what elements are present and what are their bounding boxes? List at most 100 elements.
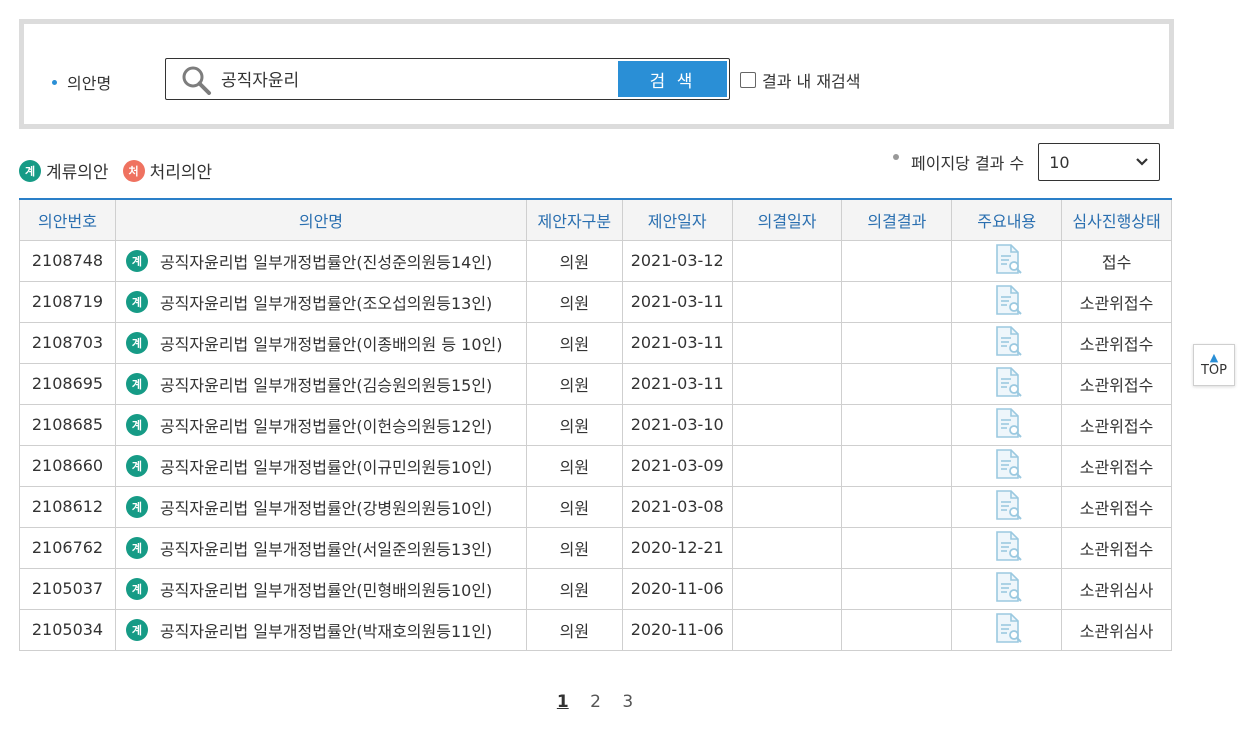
col-bill-title[interactable]: 의안명 — [114, 198, 527, 241]
propose-date: 2021-03-10 — [621, 403, 733, 446]
legend-processed: 처 처리의안 — [122, 158, 213, 183]
col-decision-result[interactable]: 의결결과 — [841, 198, 953, 241]
summary-cell — [951, 526, 1063, 569]
bill-title-cell[interactable]: 계 공직자윤리법 일부개정법률안(이헌승의원등12인) — [114, 403, 527, 446]
document-search-icon[interactable] — [990, 406, 1024, 444]
pending-badge-icon: 계 — [125, 331, 148, 354]
per-page-value: 10 — [1049, 152, 1070, 172]
bill-title-cell[interactable]: 계 공직자윤리법 일부개정법률안(서일준의원등13인) — [114, 526, 527, 569]
arrow-up-icon: ▲ — [1209, 351, 1219, 364]
decision-result — [841, 526, 953, 569]
proposer-type: 의원 — [525, 239, 623, 282]
proposer-type: 의원 — [525, 362, 623, 405]
col-proposer[interactable]: 제안자구분 — [525, 198, 623, 241]
decision-date — [731, 444, 843, 487]
propose-date: 2021-03-09 — [621, 444, 733, 487]
bill-title-cell[interactable]: 계 공직자윤리법 일부개정법률안(이종배의원 등 10인) — [114, 321, 527, 364]
pending-badge-icon: 계 — [125, 536, 148, 559]
propose-date: 2021-03-12 — [621, 239, 733, 282]
document-search-icon[interactable] — [990, 365, 1024, 403]
propose-date: 2021-03-11 — [621, 362, 733, 405]
propose-date: 2020-11-06 — [621, 608, 733, 651]
bill-title-link[interactable]: 공직자윤리법 일부개정법률안(강병원의원등10인) — [160, 499, 492, 518]
col-decision-date[interactable]: 의결일자 — [731, 198, 843, 241]
bill-number: 2108695 — [19, 362, 116, 405]
bill-number: 2108719 — [19, 280, 116, 323]
search-input[interactable] — [221, 65, 601, 91]
document-search-icon[interactable] — [990, 488, 1024, 526]
decision-result — [841, 239, 953, 282]
propose-date: 2021-03-11 — [621, 321, 733, 364]
processed-badge-icon: 처 — [122, 159, 145, 182]
bill-title-cell[interactable]: 계 공직자윤리법 일부개정법률안(민형배의원등10인) — [114, 567, 527, 610]
bill-title-link[interactable]: 공직자윤리법 일부개정법률안(이종배의원 등 10인) — [160, 335, 503, 354]
legend-pending: 계 계류의안 — [19, 158, 109, 183]
document-search-icon[interactable] — [990, 324, 1024, 362]
proposer-type: 의원 — [525, 485, 623, 528]
scroll-top-button[interactable]: ▲ TOP — [1193, 344, 1235, 386]
document-search-icon[interactable] — [990, 570, 1024, 608]
pending-badge-icon: 계 — [125, 618, 148, 641]
bill-title-link[interactable]: 공직자윤리법 일부개정법률안(박재호의원등11인) — [160, 622, 492, 641]
bill-title-link[interactable]: 공직자윤리법 일부개정법률안(조오섭의원등13인) — [160, 294, 492, 313]
research-checkbox[interactable] — [740, 72, 756, 88]
search-field[interactable]: 검 색 — [165, 58, 730, 100]
table-row: 2108703 계 공직자윤리법 일부개정법률안(이종배의원 등 10인) 의원 202… — [19, 321, 1172, 364]
col-propose-date[interactable]: 제안일자 — [621, 198, 733, 241]
bill-number: 2108748 — [19, 239, 116, 282]
bill-title-cell[interactable]: 계 공직자윤리법 일부개정법률안(박재호의원등11인) — [114, 608, 527, 651]
decision-result — [841, 608, 953, 651]
decision-date — [731, 567, 843, 610]
bill-title-cell[interactable]: 계 공직자윤리법 일부개정법률안(김승원의원등15인) — [114, 362, 527, 405]
summary-cell — [951, 608, 1063, 651]
review-status: 소관위심사 — [1061, 608, 1172, 651]
per-page-control: 페이지당 결과 수 10 — [893, 143, 1161, 181]
search-icon — [182, 66, 211, 95]
search-label-wrap: 의안명 — [52, 70, 111, 94]
decision-result — [841, 280, 953, 323]
bill-title-cell[interactable]: 계 공직자윤리법 일부개정법률안(강병원의원등10인) — [114, 485, 527, 528]
legend-pending-label: 계류의안 — [46, 163, 109, 183]
bill-title-link[interactable]: 공직자윤리법 일부개정법률안(서일준의원등13인) — [160, 540, 492, 559]
document-search-icon[interactable] — [990, 611, 1024, 649]
bill-title-link[interactable]: 공직자윤리법 일부개정법률안(이규민의원등10인) — [160, 458, 492, 477]
propose-date: 2020-11-06 — [621, 567, 733, 610]
summary-cell — [951, 362, 1063, 405]
pending-badge-icon: 계 — [19, 159, 41, 182]
bill-title-link[interactable]: 공직자윤리법 일부개정법률안(민형배의원등10인) — [160, 581, 492, 600]
page-link-current[interactable]: 1 — [557, 692, 569, 712]
pending-badge-icon: 계 — [125, 372, 148, 395]
bill-title-link[interactable]: 공직자윤리법 일부개정법률안(김승원의원등15인) — [160, 376, 492, 395]
col-summary: 주요내용 — [951, 198, 1063, 241]
research-option[interactable]: 결과 내 재검색 — [740, 68, 861, 92]
document-search-icon[interactable] — [990, 529, 1024, 567]
chevron-down-icon — [1136, 158, 1148, 166]
bill-title-cell[interactable]: 계 공직자윤리법 일부개정법률안(진성준의원등14인) — [114, 239, 527, 282]
per-page-select[interactable]: 10 — [1038, 143, 1161, 181]
page-link[interactable]: 3 — [622, 692, 633, 712]
proposer-type: 의원 — [525, 444, 623, 487]
search-button[interactable]: 검 색 — [618, 61, 727, 97]
legend-processed-label: 처리의안 — [149, 163, 213, 183]
summary-cell — [951, 321, 1063, 364]
document-search-icon[interactable] — [990, 242, 1024, 280]
col-bill-no[interactable]: 의안번호 — [19, 198, 116, 241]
bill-number: 2108703 — [19, 321, 116, 364]
bill-title-link[interactable]: 공직자윤리법 일부개정법률안(이헌승의원등12인) — [160, 417, 492, 436]
bill-title-cell[interactable]: 계 공직자윤리법 일부개정법률안(이규민의원등10인) — [114, 444, 527, 487]
review-status: 소관위심사 — [1061, 567, 1172, 610]
search-label: 의안명 — [67, 74, 112, 93]
decision-result — [841, 444, 953, 487]
decision-date — [731, 608, 843, 651]
review-status: 소관위접수 — [1061, 485, 1172, 528]
bill-title-cell[interactable]: 계 공직자윤리법 일부개정법률안(조오섭의원등13인) — [114, 280, 527, 323]
page-link[interactable]: 2 — [590, 692, 601, 712]
bill-number: 2106762 — [19, 526, 116, 569]
decision-date — [731, 321, 843, 364]
pending-badge-icon: 계 — [125, 249, 148, 272]
col-status: 심사진행상태 — [1061, 198, 1172, 241]
propose-date: 2021-03-08 — [621, 485, 733, 528]
document-search-icon[interactable] — [990, 283, 1024, 321]
document-search-icon[interactable] — [990, 447, 1024, 485]
bill-title-link[interactable]: 공직자윤리법 일부개정법률안(진성준의원등14인) — [160, 253, 492, 272]
